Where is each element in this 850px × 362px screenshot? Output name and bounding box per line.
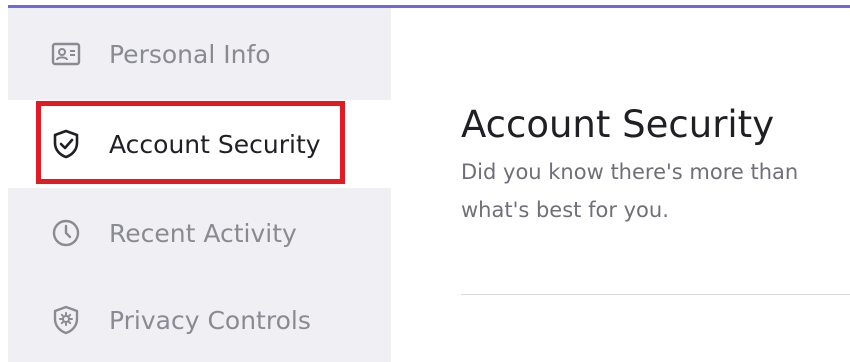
description-line: Did you know there's more than — [461, 160, 799, 184]
top-accent-border — [0, 0, 850, 8]
page-description: Did you know there's more than what's be… — [461, 153, 850, 229]
sidebar-item-personal-info[interactable]: Personal Info — [8, 8, 391, 100]
id-card-icon — [51, 39, 81, 69]
description-line: what's best for you. — [461, 198, 669, 222]
sidebar-item-label: Personal Info — [109, 39, 271, 69]
sidebar-item-label: Recent Activity — [109, 218, 297, 248]
sidebar-item-privacy-controls[interactable]: Privacy Controls — [8, 278, 391, 362]
shield-gear-icon — [51, 305, 81, 335]
sidebar-item-recent-activity[interactable]: Recent Activity — [8, 188, 391, 278]
main-content: Account Security Did you know there's mo… — [391, 8, 850, 362]
sidebar-item-label: Account Security — [109, 129, 321, 159]
settings-sidebar: Personal Info Account Security Recent Ac… — [8, 8, 391, 362]
shield-check-icon — [51, 129, 81, 159]
page-title: Account Security — [461, 102, 775, 146]
clock-icon — [51, 218, 81, 248]
sidebar-item-label: Privacy Controls — [109, 305, 311, 335]
content-divider — [461, 294, 850, 295]
sidebar-item-account-security[interactable]: Account Security — [8, 100, 391, 188]
